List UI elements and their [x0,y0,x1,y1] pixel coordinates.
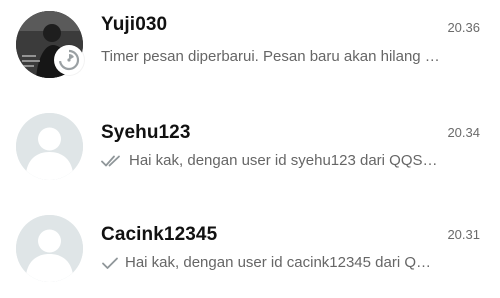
default-avatar-icon [16,215,83,282]
chat-time: 20.34 [447,125,480,140]
chat-row-cacink12345[interactable]: Cacink12345 20.31 Hai kak, dengan user i… [0,198,500,298]
preview-text: Hai kak, dengan user id cacink12345 dari… [125,254,432,271]
chat-name: Cacink12345 [101,224,218,245]
double-check-icon [101,154,123,168]
chat-name: Yuji030 [101,14,168,35]
chat-row-yuji030[interactable]: Yuji030 20.36 Timer pesan diperbarui. Pe… [0,0,500,100]
chat-row-syehu123[interactable]: Syehu123 20.34 Hai kak, dengan user id s… [0,96,500,196]
disappearing-timer-icon [54,45,84,75]
chat-time: 20.36 [447,20,480,35]
avatar[interactable] [16,113,83,180]
preview-text: Hai kak, dengan user id syehu123 dari QQ… [129,152,438,169]
chat-time: 20.31 [447,227,480,242]
chat-preview: Timer pesan diperbarui. Pesan baru akan … [101,48,481,65]
chat-preview: Hai kak, dengan user id syehu123 dari QQ… [101,152,481,169]
chat-list: Yuji030 20.36 Timer pesan diperbarui. Pe… [0,0,500,292]
preview-text: Timer pesan diperbarui. Pesan baru akan … [101,48,440,65]
single-check-icon [101,256,119,270]
chat-preview: Hai kak, dengan user id cacink12345 dari… [101,254,481,271]
chat-name: Syehu123 [101,122,191,143]
default-avatar-icon [16,113,83,180]
avatar[interactable] [16,215,83,282]
